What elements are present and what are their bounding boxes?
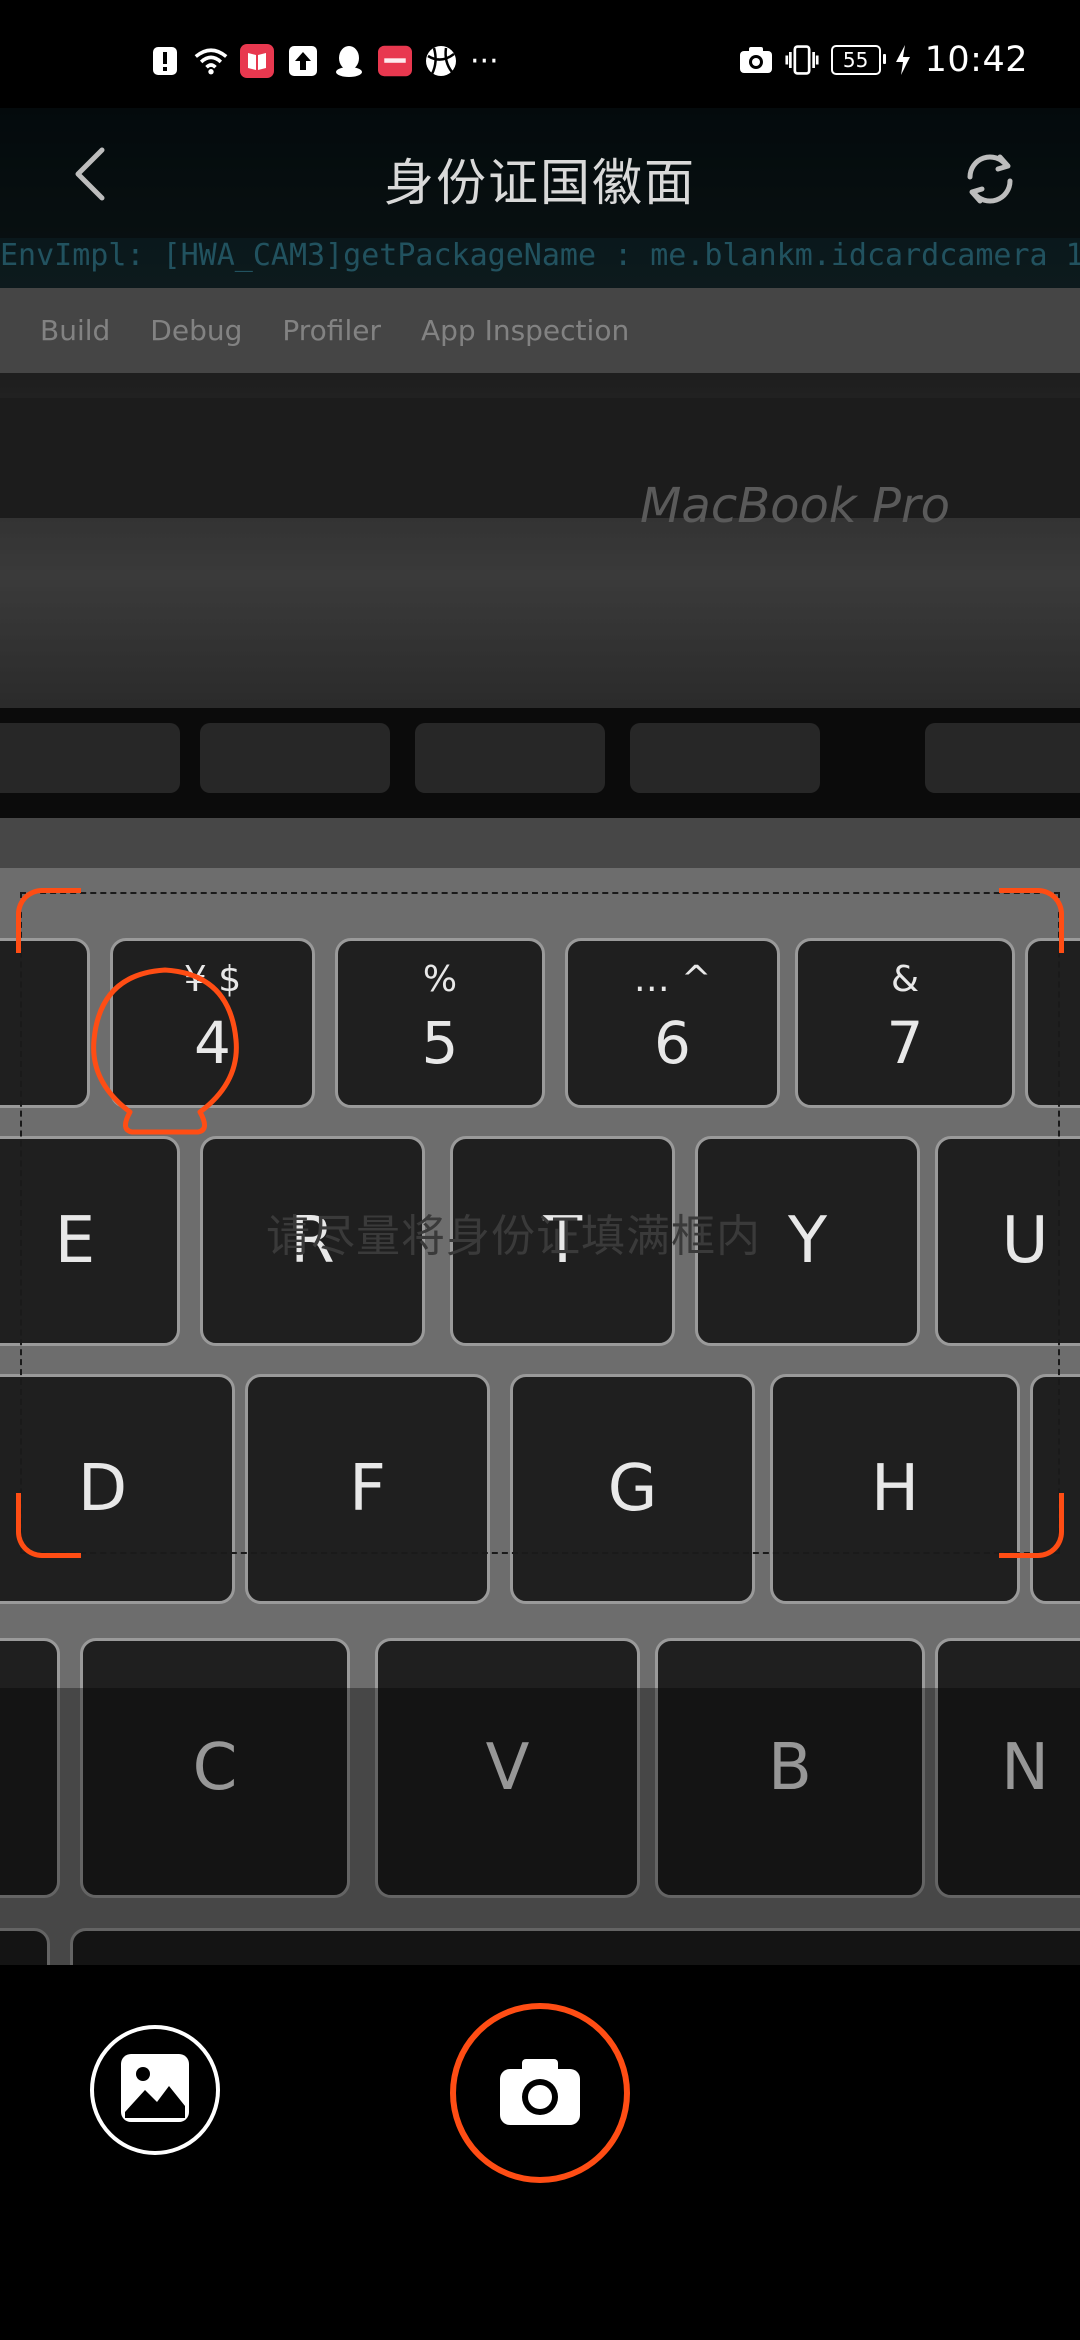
notification-icon xyxy=(148,44,182,78)
scan-corner-top-right xyxy=(999,888,1064,953)
vibrate-icon xyxy=(785,43,819,77)
book-app-icon xyxy=(240,44,274,78)
wifi-icon xyxy=(194,44,228,78)
upload-icon xyxy=(286,44,320,78)
status-bar: ··· 55 10:42 xyxy=(0,0,1080,108)
camera-shutter-icon xyxy=(498,2055,582,2131)
id-card-camera-screen: EnvImpl: [HWA_CAM3]getPackageName : me.b… xyxy=(0,0,1080,2340)
charging-icon xyxy=(893,43,913,77)
camera-icon xyxy=(739,43,773,77)
title-bar: 身份证国徽面 xyxy=(0,108,1080,238)
gallery-button[interactable] xyxy=(90,2025,220,2155)
status-left-icons: ··· xyxy=(148,43,499,79)
scan-corner-bottom-right xyxy=(999,1493,1064,1558)
more-dots-icon: ··· xyxy=(470,43,499,79)
scan-corner-bottom-left xyxy=(16,1493,81,1558)
national-emblem-guide-icon xyxy=(90,952,240,1152)
status-time: 10:42 xyxy=(924,40,1028,80)
camera-switch-icon xyxy=(960,149,1020,213)
scan-hint-text: 请尽量将身份证填满框内 xyxy=(266,1211,761,1262)
status-right-icons: 55 10:42 xyxy=(739,40,1028,80)
camera-controls xyxy=(0,1965,1080,2340)
image-gallery-icon xyxy=(119,2052,191,2128)
shutter-button[interactable] xyxy=(450,2003,630,2183)
page-title: 身份证国徽面 xyxy=(384,154,696,212)
battery-icon: 55 xyxy=(830,45,886,75)
basketball-app-icon xyxy=(424,44,458,78)
scan-corner-top-left xyxy=(16,888,81,953)
switch-camera-button[interactable] xyxy=(950,146,1030,216)
huawei-app-icon xyxy=(378,44,412,78)
qq-icon xyxy=(332,44,366,78)
id-card-scan-frame: 请尽量将身份证填满框内 xyxy=(16,888,1064,1558)
